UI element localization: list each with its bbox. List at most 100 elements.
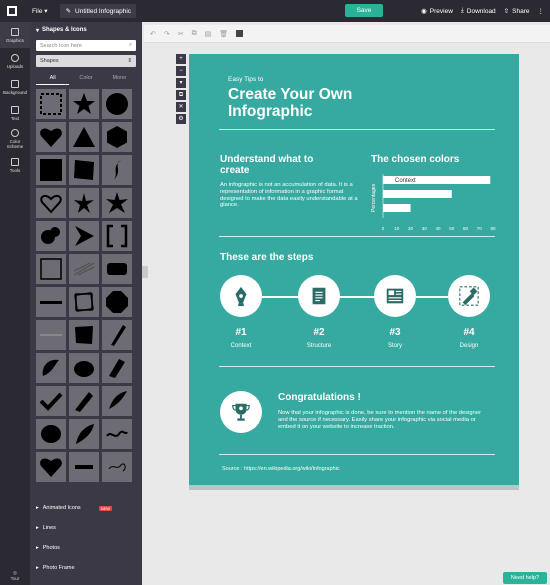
shape-brackets[interactable] (102, 221, 132, 251)
chart-bar[interactable] (383, 190, 452, 198)
duplicate-icon[interactable]: ⧉ (176, 90, 186, 100)
shape-rough-star[interactable] (69, 188, 99, 218)
step-1-label[interactable]: Context (216, 343, 266, 349)
move-up-icon[interactable]: − (176, 66, 186, 76)
shape-faint-line[interactable] (36, 320, 66, 350)
step-2-label[interactable]: Structure (294, 343, 344, 349)
shape-circle[interactable] (102, 89, 132, 119)
shape-blob[interactable] (36, 221, 66, 251)
move-down-icon[interactable]: ▾ (176, 78, 186, 88)
shape-triangle[interactable] (69, 122, 99, 152)
cut-icon[interactable]: ✂ (178, 30, 184, 38)
tour-button[interactable]: ◎ Tour (0, 570, 30, 581)
shape-wave-stroke[interactable] (102, 419, 132, 449)
shape-brush-stroke[interactable] (102, 155, 132, 185)
redo-icon[interactable]: ↷ (164, 30, 170, 38)
shape-frame[interactable] (36, 254, 66, 284)
download-button[interactable]: ⤓ Download (461, 7, 496, 15)
canvas-resize-bar[interactable] (189, 485, 519, 490)
congrats-heading[interactable]: Congratulations ! (278, 392, 361, 403)
shape-wobbly-star[interactable] (102, 188, 132, 218)
icon-search-input[interactable]: Search Icon here ⌕ (36, 40, 136, 51)
steps-heading[interactable]: These are the steps (220, 252, 313, 263)
shape-thin-bar[interactable] (36, 287, 66, 317)
delete-page-icon[interactable]: ✕ (176, 102, 186, 112)
share-button[interactable]: ⇧ Share (504, 7, 530, 16)
rail-item-tools[interactable]: Tools (0, 152, 30, 178)
shape-doodle-heart[interactable] (102, 452, 132, 482)
shape-brush-dash[interactable] (69, 452, 99, 482)
shape-octagon[interactable] (102, 287, 132, 317)
shape-stacked-squares[interactable] (69, 287, 99, 317)
shape-brush-slash[interactable] (102, 320, 132, 350)
more-menu-icon[interactable]: ⋮ (538, 7, 545, 15)
panel-collapse-handle[interactable] (142, 266, 148, 278)
colors-heading[interactable]: The chosen colors (371, 154, 459, 165)
shape-dashed-square[interactable] (36, 89, 66, 119)
rail-item-uploads[interactable]: Uploads (0, 48, 30, 74)
undo-icon[interactable]: ↶ (150, 30, 156, 38)
rail-item-text[interactable]: Text (0, 100, 30, 126)
shape-feather[interactable] (69, 419, 99, 449)
step-3-label[interactable]: Story (370, 343, 420, 349)
shape-star[interactable] (69, 89, 99, 119)
step-3-number[interactable]: #3 (370, 327, 420, 338)
preview-button[interactable]: ◉ Preview (421, 7, 453, 16)
chart-bar[interactable] (383, 204, 411, 212)
settings-icon[interactable]: ⚙ (176, 114, 186, 124)
shape-brush-streak[interactable] (102, 353, 132, 383)
panel-section-header[interactable]: ▾ Shapes & Icons (30, 22, 142, 38)
shape-leaf-stroke[interactable] (102, 386, 132, 416)
step-2-circle[interactable] (298, 275, 340, 317)
shape-square[interactable] (36, 155, 66, 185)
shape-hexagon[interactable] (102, 122, 132, 152)
section-lines[interactable]: ▸ Lines (30, 518, 142, 538)
paste-icon[interactable]: ▤ (205, 30, 212, 38)
infographic-canvas[interactable]: Easy Tips to Create Your Own Infographic… (189, 54, 519, 488)
step-4-number[interactable]: #4 (444, 327, 494, 338)
file-menu[interactable]: File ▾ (32, 7, 48, 15)
shape-hatch[interactable] (69, 254, 99, 284)
shape-chevron[interactable] (69, 221, 99, 251)
source-text[interactable]: Source : https://en.wikipedia.org/wiki/I… (222, 466, 340, 472)
infographic-subtitle[interactable]: Easy Tips to (228, 76, 263, 83)
tab-all[interactable]: All (36, 73, 70, 85)
rail-item-graphics[interactable]: Graphics (0, 22, 30, 48)
section-photos[interactable]: ▸ Photos (30, 538, 142, 558)
tab-mono[interactable]: Mono (103, 73, 136, 85)
rail-item-color-scheme[interactable]: Color Scheme (0, 126, 30, 152)
shape-hand-heart[interactable] (36, 452, 66, 482)
shape-brush-square[interactable] (69, 320, 99, 350)
shape-splat[interactable] (36, 419, 66, 449)
section-animated-icons[interactable]: ▸ Animated Icons NEW (30, 498, 142, 518)
step-3-circle[interactable] (374, 275, 416, 317)
shape-speech-bubble[interactable] (102, 254, 132, 284)
section-photo-frame[interactable]: ▸ Photo Frame (30, 558, 142, 578)
shape-ink-blot[interactable] (69, 353, 99, 383)
need-help-button[interactable]: Need help? (503, 572, 547, 584)
tab-color[interactable]: Color (69, 73, 102, 85)
shape-scribble-heart[interactable] (36, 188, 66, 218)
step-1-number[interactable]: #1 (216, 327, 266, 338)
shape-rough-stroke[interactable] (69, 386, 99, 416)
step-1-circle[interactable] (220, 275, 262, 317)
layer-icon[interactable] (236, 30, 244, 37)
step-2-number[interactable]: #2 (294, 327, 344, 338)
rail-item-background[interactable]: Background (0, 74, 30, 100)
copy-icon[interactable]: ⧉ (192, 30, 197, 38)
congrats-text[interactable]: Now that your infographic is done, be su… (278, 410, 486, 430)
app-logo[interactable] (0, 0, 24, 22)
understand-text[interactable]: An infographic is not an accumulation of… (220, 182, 360, 209)
document-title-field[interactable]: ✎ Untitled Infographic (59, 4, 136, 18)
shape-ink-splash[interactable] (36, 353, 66, 383)
step-4-circle[interactable] (448, 275, 490, 317)
save-button[interactable]: Save (345, 4, 383, 17)
infographic-title[interactable]: Create Your Own Infographic (228, 86, 428, 120)
shape-category-select[interactable]: Shapes ⇕ (36, 55, 136, 67)
shape-checkmark[interactable] (36, 386, 66, 416)
step-4-label[interactable]: Design (444, 343, 494, 349)
shape-skewed-square[interactable] (69, 155, 99, 185)
add-page-icon[interactable]: + (176, 54, 186, 64)
understand-heading[interactable]: Understand what to create (220, 154, 330, 176)
percentages-bar-chart[interactable]: Percentages Context 0 10 20 30 40 50 60 70 80 (369, 174, 499, 234)
